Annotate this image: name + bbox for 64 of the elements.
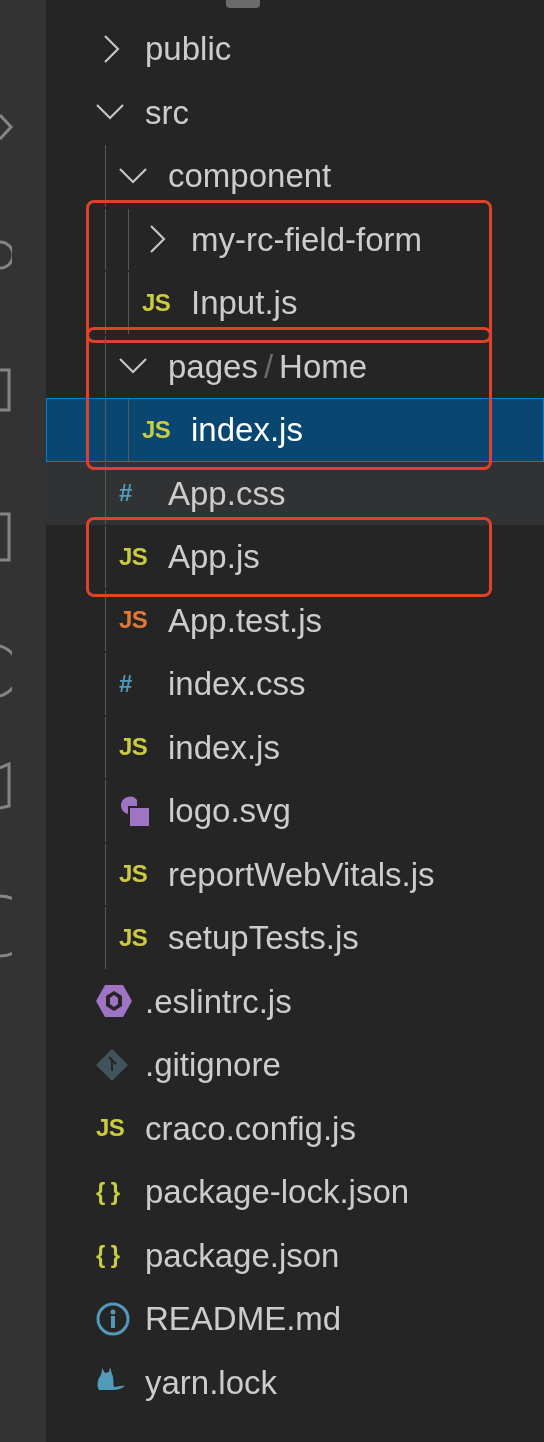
file-row[interactable]: JS Input.js xyxy=(46,271,544,335)
cut-off-icon[interactable] xyxy=(0,512,12,562)
file-type-icon: JS xyxy=(119,608,148,633)
file-row[interactable]: JS reportWebVitals.js xyxy=(46,842,544,906)
file-name: index.js xyxy=(168,730,280,764)
folder-name: public xyxy=(145,32,232,66)
file-row[interactable]: logo.svg xyxy=(46,779,544,843)
file-row[interactable]: JS setupTests.js xyxy=(46,906,544,970)
file-type-icon: JS xyxy=(119,735,148,760)
file-row[interactable]: JS index.js xyxy=(46,398,544,462)
file-name: package.json xyxy=(145,1238,340,1272)
file-type-icon: JS xyxy=(119,544,148,569)
file-type-icon: { } xyxy=(96,1243,120,1268)
folder-name: component xyxy=(168,159,332,193)
cut-off-icon[interactable] xyxy=(0,368,12,412)
cut-off-icon[interactable] xyxy=(0,894,12,958)
file-row[interactable]: # index.css xyxy=(46,652,544,716)
file-name: index.js xyxy=(191,413,303,447)
path-separator: / xyxy=(263,349,274,383)
file-row[interactable]: .eslintrc.js xyxy=(46,969,544,1033)
file-name: setupTests.js xyxy=(168,921,359,955)
file-name: index.css xyxy=(168,667,306,701)
file-name: Input.js xyxy=(191,286,298,320)
file-name: logo.svg xyxy=(168,794,291,828)
file-row[interactable]: { } package.json xyxy=(46,1223,544,1287)
file-name: App.css xyxy=(168,476,286,510)
file-row[interactable]: JS App.test.js xyxy=(46,588,544,652)
file-type-icon: JS xyxy=(96,1116,125,1141)
file-name: App.js xyxy=(168,540,260,574)
file-type-icon: JS xyxy=(142,417,171,442)
file-row[interactable]: .gitignore xyxy=(46,1033,544,1097)
file-row[interactable]: { } package-lock.json xyxy=(46,1160,544,1224)
file-row[interactable]: README.md xyxy=(46,1287,544,1351)
folder-name: src xyxy=(145,95,189,129)
file-type-icon: # xyxy=(119,481,132,506)
folder-name: pages xyxy=(168,349,258,383)
file-name: yarn.lock xyxy=(145,1365,278,1399)
folder-name: my-rc-field-form xyxy=(191,222,422,256)
file-name: reportWebVitals.js xyxy=(168,857,435,891)
file-row[interactable]: JS App.js xyxy=(46,525,544,589)
cut-off-icon[interactable] xyxy=(0,644,12,698)
file-name: craco.config.js xyxy=(145,1111,356,1145)
file-name: package-lock.json xyxy=(145,1175,410,1209)
folder-name: Home xyxy=(279,349,368,383)
file-type-icon: JS xyxy=(119,862,148,887)
cut-off-icon[interactable] xyxy=(0,240,12,270)
file-name: .gitignore xyxy=(145,1048,281,1082)
file-row[interactable]: yarn.lock xyxy=(46,1350,544,1414)
run-icon[interactable] xyxy=(0,112,14,142)
file-name: App.test.js xyxy=(168,603,323,637)
file-row[interactable]: JS craco.config.js xyxy=(46,1096,544,1160)
folder-row[interactable]: component xyxy=(46,144,544,208)
file-type-icon: JS xyxy=(119,925,148,950)
cut-off-icon[interactable] xyxy=(0,762,12,810)
folder-row[interactable]: src xyxy=(46,80,544,144)
folder-row[interactable]: pages / Home xyxy=(46,334,544,398)
file-type-icon: { } xyxy=(96,1179,120,1204)
file-name: .eslintrc.js xyxy=(145,984,292,1018)
folder-row[interactable]: my-rc-field-form xyxy=(46,207,544,271)
file-type-icon: # xyxy=(119,671,132,696)
file-type-icon: JS xyxy=(142,290,171,315)
file-name: README.md xyxy=(145,1302,342,1336)
folder-row[interactable]: public xyxy=(46,17,544,81)
file-row[interactable]: JS index.js xyxy=(46,715,544,779)
